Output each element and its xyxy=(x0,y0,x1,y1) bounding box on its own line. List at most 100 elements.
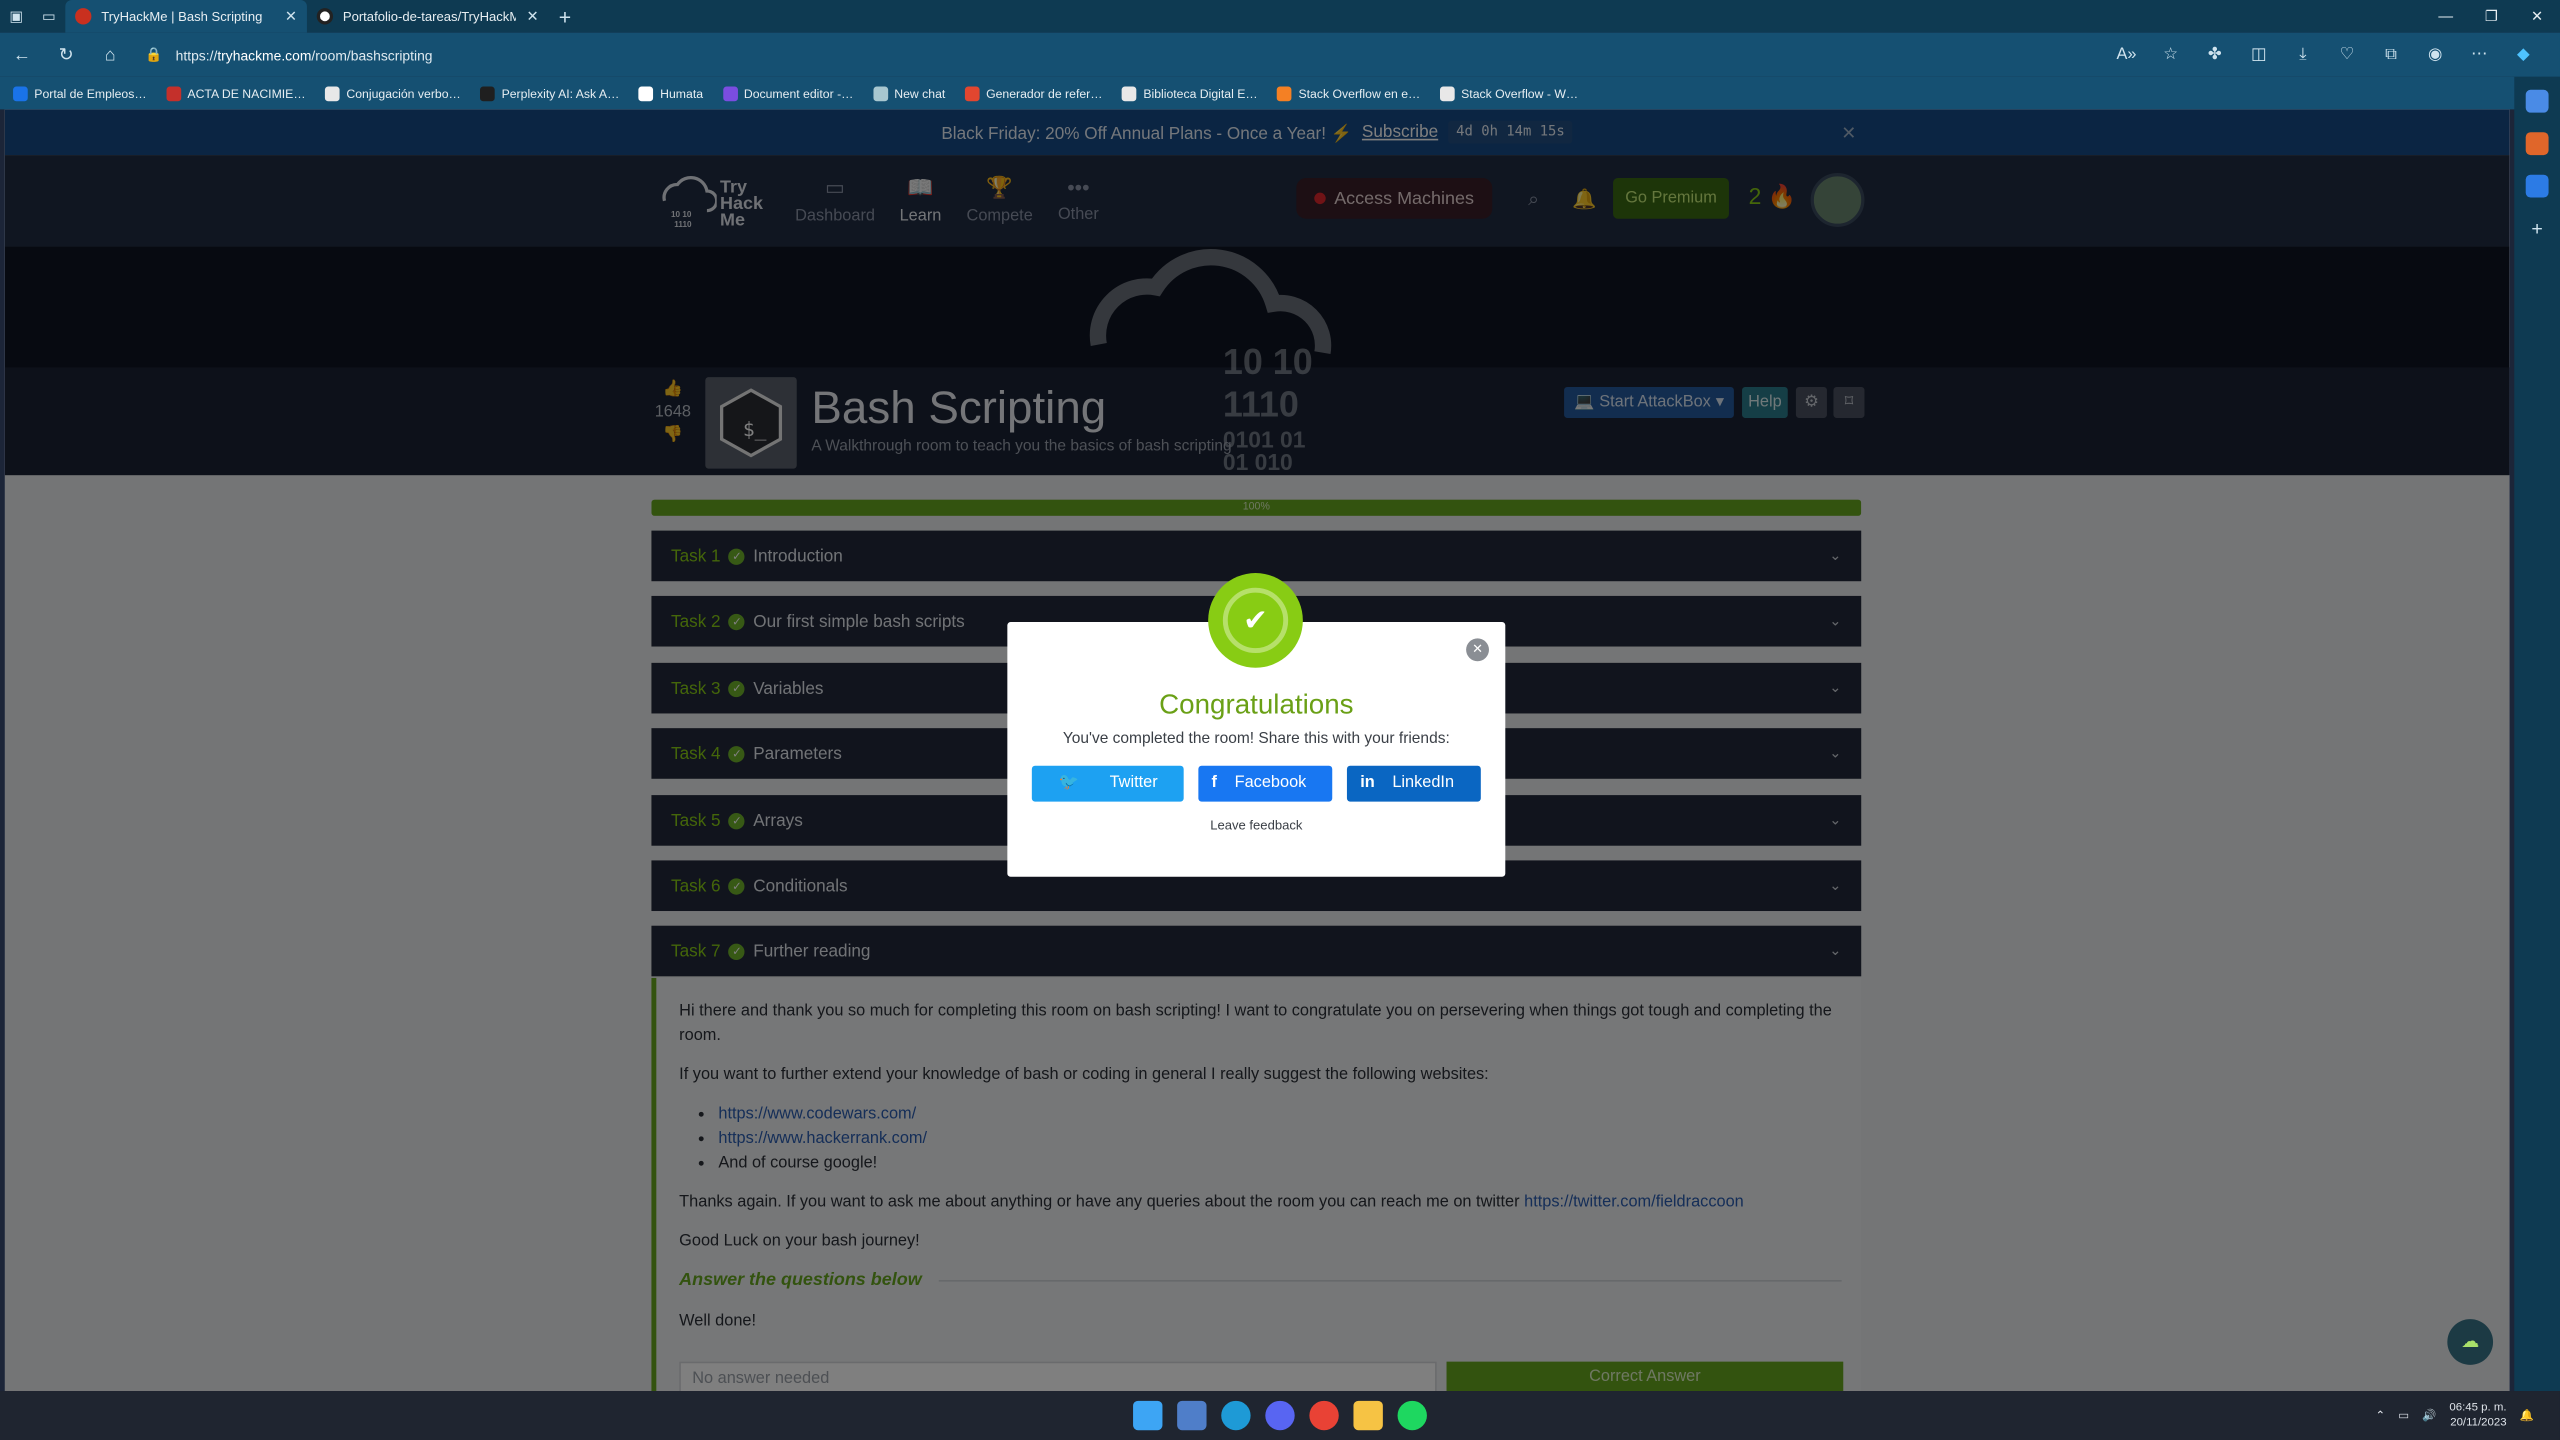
linkedin-share-button[interactable]: in LinkedIn xyxy=(1347,765,1481,802)
congratulations-modal: ✔ ✕ Congratulations You've completed the… xyxy=(1007,573,1506,877)
spotify-icon[interactable] xyxy=(1397,1400,1427,1431)
clock-time: 06:45 p. m. xyxy=(2449,1402,2507,1414)
close-tab-icon[interactable]: ✕ xyxy=(285,7,297,25)
tab-actions-icon[interactable]: ▭ xyxy=(33,0,66,33)
tryhackme-page: Black Friday: 20% Off Annual Plans - Onc… xyxy=(4,109,2510,1392)
bookmark-item[interactable]: Biblioteca Digital E… xyxy=(1122,85,1258,101)
collections-icon[interactable]: ⧉ xyxy=(2369,46,2413,64)
system-tray: ⌃ ▭ 🔊 06:45 p. m. 20/11/2023 🔔 xyxy=(2376,1401,2534,1430)
bookmark-item[interactable]: New chat xyxy=(873,85,946,101)
bookmark-item[interactable]: Perplexity AI: Ask A… xyxy=(480,85,620,101)
refresh-icon[interactable]: ↻ xyxy=(44,44,88,66)
url-field[interactable]: 🔒 https://tryhackme.com/room/bashscripti… xyxy=(145,46,2072,64)
new-tab-button[interactable]: + xyxy=(549,4,582,28)
bookmark-item[interactable]: Generador de refer… xyxy=(964,85,1103,101)
task-view-icon[interactable] xyxy=(1177,1400,1207,1431)
volume-icon[interactable]: 🔊 xyxy=(2422,1409,2436,1422)
url-path: /room/bashscripting xyxy=(311,46,433,63)
url-host: tryhackme.com xyxy=(217,46,312,63)
bookmark-favicon-icon xyxy=(722,85,738,101)
download-icon[interactable]: ⤓ xyxy=(2281,46,2325,64)
restore-icon[interactable]: ❐ xyxy=(2469,0,2515,33)
close-window-icon[interactable]: ✕ xyxy=(2514,0,2560,33)
bookmark-item[interactable]: Document editor -… xyxy=(722,85,854,101)
back-icon[interactable]: ← xyxy=(0,45,44,65)
chat-support-icon[interactable]: ☁ xyxy=(2447,1319,2494,1365)
url-prefix: https:// xyxy=(175,46,218,63)
clock-date: 20/11/2023 xyxy=(2450,1417,2507,1429)
more-menu-icon[interactable]: ⋯ xyxy=(2457,46,2501,64)
lock-icon: 🔒 xyxy=(145,45,163,63)
share-label: Facebook xyxy=(1234,773,1307,792)
bookmark-label: New chat xyxy=(894,85,946,101)
checkmark-icon: ✔ xyxy=(1222,587,1289,654)
tools-sidebar-icon[interactable] xyxy=(2525,132,2549,156)
bookmark-favicon-icon xyxy=(1277,85,1292,101)
notification-icon[interactable]: 🔔 xyxy=(2520,1409,2534,1422)
bookmark-favicon-icon xyxy=(964,85,980,101)
bookmark-label: Biblioteca Digital E… xyxy=(1143,85,1258,101)
twitter-share-button[interactable]: 🐦 Twitter xyxy=(1032,765,1184,802)
close-tab-icon[interactable]: ✕ xyxy=(526,7,538,25)
tab-tryhackme[interactable]: TryHackMe | Bash Scripting ✕ xyxy=(65,0,307,33)
tray-chevron-icon[interactable]: ⌃ xyxy=(2376,1409,2386,1422)
bookmark-label: Humata xyxy=(660,85,704,101)
windows-start-icon[interactable] xyxy=(1133,1400,1163,1431)
bookmark-item[interactable]: Stack Overflow en e… xyxy=(1277,85,1420,101)
workspaces-icon[interactable]: ▣ xyxy=(0,0,33,33)
bookmark-favicon-icon xyxy=(480,85,496,101)
share-label: LinkedIn xyxy=(1392,773,1455,792)
minimize-icon[interactable]: — xyxy=(2423,0,2469,33)
bookmark-favicon-icon xyxy=(873,85,888,101)
modal-text: You've completed the room! Share this wi… xyxy=(1062,729,1450,748)
tab-github[interactable]: Portafolio-de-tareas/TryHackMe/… ✕ xyxy=(307,0,549,33)
favorite-star-icon[interactable]: ☆ xyxy=(2149,46,2193,64)
share-label: Twitter xyxy=(1109,773,1158,792)
extensions-icon[interactable]: ✤ xyxy=(2193,46,2237,64)
window-controls: — ❐ ✕ xyxy=(2423,0,2560,33)
bookmark-item[interactable]: Stack Overflow - W… xyxy=(1439,85,1578,101)
outlook-sidebar-icon[interactable] xyxy=(2525,174,2549,198)
bookmark-label: Perplexity AI: Ask A… xyxy=(501,85,620,101)
performance-icon[interactable]: ♡ xyxy=(2325,46,2369,64)
completion-badge: ✔ xyxy=(1208,573,1303,668)
bookmark-favicon-icon xyxy=(1122,85,1137,101)
bookmark-item[interactable]: Conjugación verbo… xyxy=(325,85,461,101)
edge-browser-icon[interactable] xyxy=(1221,1400,1251,1431)
network-icon[interactable]: ▭ xyxy=(2398,1409,2409,1422)
clock[interactable]: 06:45 p. m. 20/11/2023 xyxy=(2449,1401,2506,1430)
tab-label: TryHackMe | Bash Scripting xyxy=(101,8,263,24)
bookmark-item[interactable]: Humata xyxy=(638,85,704,101)
home-icon[interactable]: ⌂ xyxy=(88,45,132,65)
split-screen-icon[interactable]: ◫ xyxy=(2237,46,2281,64)
add-sidebar-icon[interactable]: + xyxy=(2526,217,2549,240)
read-aloud-icon[interactable]: A» xyxy=(2104,46,2148,64)
bookmark-item[interactable]: ACTA DE NACIMIE… xyxy=(166,85,306,101)
file-explorer-icon[interactable] xyxy=(1353,1400,1383,1431)
copilot-sidebar-icon[interactable] xyxy=(2525,89,2549,113)
linkedin-icon: in xyxy=(1360,773,1375,792)
discord-icon[interactable] xyxy=(1265,1400,1295,1431)
bookmark-favicon-icon xyxy=(1439,85,1455,101)
bookmark-item[interactable]: Portal de Empleos… xyxy=(13,85,147,101)
profile-icon[interactable]: ◉ xyxy=(2413,46,2457,64)
facebook-share-button[interactable]: f Facebook xyxy=(1198,765,1333,802)
twitter-bird-icon: 🐦 xyxy=(1058,773,1079,792)
bookmark-label: Portal de Empleos… xyxy=(34,85,147,101)
windows-taskbar: ⌃ ▭ 🔊 06:45 p. m. 20/11/2023 🔔 xyxy=(0,1391,2560,1440)
facebook-icon: f xyxy=(1211,773,1218,792)
bookmark-label: Conjugación verbo… xyxy=(346,85,461,101)
leave-feedback-link[interactable]: Leave feedback xyxy=(1007,818,1505,833)
modal-title: Congratulations xyxy=(1159,688,1354,720)
bookmarks-bar: Portal de Empleos… ACTA DE NACIMIE… Conjug… xyxy=(0,76,2560,110)
screen: ▣ ▭ TryHackMe | Bash Scripting ✕ Portafo… xyxy=(0,0,2560,1440)
copilot-icon[interactable]: ◆ xyxy=(2501,46,2545,64)
github-favicon-icon xyxy=(316,8,334,25)
close-modal-icon[interactable]: ✕ xyxy=(1466,638,1489,662)
browser-toolbar: A» ☆ ✤ ◫ ⤓ ♡ ⧉ ◉ ⋯ ◆ xyxy=(2104,46,2545,64)
chrome-icon[interactable] xyxy=(1309,1400,1339,1431)
bookmark-label: Document editor -… xyxy=(743,85,854,101)
bookmark-label: Generador de refer… xyxy=(986,85,1103,101)
edge-sidebar: + xyxy=(2514,76,2560,1392)
share-buttons: 🐦 Twitter f Facebook in LinkedIn xyxy=(1007,765,1505,802)
